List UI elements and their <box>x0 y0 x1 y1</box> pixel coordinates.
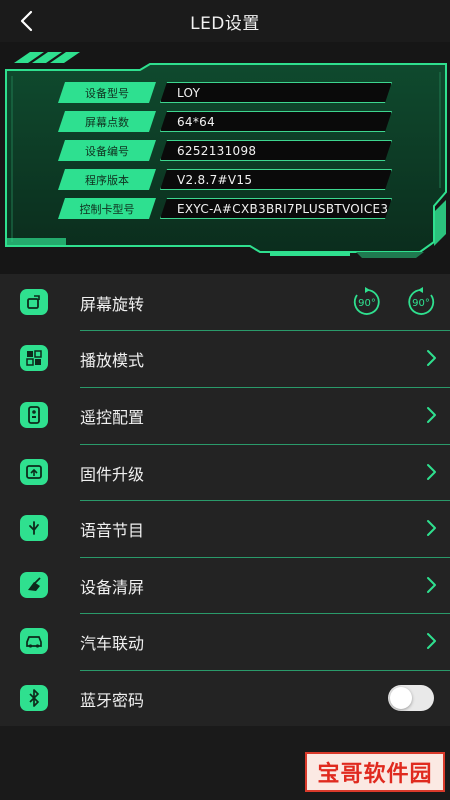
menu-label: 设备清屏 <box>80 578 145 597</box>
toggle-knob <box>390 687 412 709</box>
info-value: V2.8.7#V15 <box>160 169 392 190</box>
rotate-left-label: 90° <box>358 298 376 309</box>
menu-item-play-mode[interactable]: 播放模式 <box>0 330 450 386</box>
info-label: 设备编号 <box>58 140 156 161</box>
watermark-text: 宝哥软件园 <box>317 762 433 787</box>
chevron-right-icon <box>427 633 436 649</box>
menu-item-clear-screen[interactable]: 设备清屏 <box>0 557 450 613</box>
info-value: 64*64 <box>160 111 392 132</box>
rotate-right-90-button[interactable]: 90° <box>405 287 437 317</box>
menu-item-bluetooth-password: 蓝牙密码 <box>0 670 450 726</box>
info-value: LOY <box>160 82 392 103</box>
menu-item-screen-rotate: 屏幕旋转 90° 90° <box>0 274 450 330</box>
menu-label: 蓝牙密码 <box>80 691 145 710</box>
info-row-device-model: 设备型号 LOY <box>58 82 392 103</box>
rotate-left-90-button[interactable]: 90° <box>351 287 383 317</box>
firmware-upgrade-icon <box>20 459 48 485</box>
bluetooth-password-toggle[interactable] <box>388 685 434 711</box>
menu-item-firmware-upgrade[interactable]: 固件升级 <box>0 444 450 500</box>
voice-program-icon <box>20 515 48 541</box>
device-info-panel: 设备型号 LOY 屏幕点数 64*64 设备编号 6252131098 程序版本… <box>0 42 450 275</box>
divider <box>80 613 450 614</box>
menu-item-voice-program[interactable]: 语音节目 <box>0 500 450 556</box>
play-mode-icon <box>20 345 48 371</box>
menu-label: 播放模式 <box>80 351 145 370</box>
clear-screen-icon <box>20 572 48 598</box>
info-label: 程序版本 <box>58 169 156 190</box>
page-title: LED设置 <box>190 14 260 34</box>
info-label: 控制卡型号 <box>58 198 156 219</box>
info-value: 6252131098 <box>160 140 392 161</box>
divider <box>80 444 450 445</box>
divider <box>80 387 450 388</box>
info-label: 设备型号 <box>58 82 156 103</box>
menu-label: 屏幕旋转 <box>80 295 145 314</box>
chevron-right-icon <box>427 350 436 366</box>
divider <box>80 670 450 671</box>
nav-bar: LED设置 <box>0 0 450 42</box>
divider <box>80 557 450 558</box>
info-row-control-card: 控制卡型号 EXYC-A#CXB3BRI7PLUSBTVOICE3 <box>58 198 392 219</box>
watermark: 宝哥软件园 <box>305 752 445 792</box>
menu-item-car-link[interactable]: 汽车联动 <box>0 613 450 669</box>
menu-item-remote-config[interactable]: 遥控配置 <box>0 387 450 443</box>
divider <box>80 330 450 331</box>
menu-label: 固件升级 <box>80 465 145 484</box>
chevron-right-icon <box>427 577 436 593</box>
settings-menu: 屏幕旋转 90° 90° 播放模式 遥控配置 固件升级 语音节目 设备清屏 汽车… <box>0 274 450 726</box>
rotate-right-label: 90° <box>412 298 430 309</box>
bluetooth-icon <box>20 685 48 711</box>
info-label: 屏幕点数 <box>58 111 156 132</box>
menu-label: 语音节目 <box>80 521 145 540</box>
chevron-right-icon <box>427 464 436 480</box>
info-row-program-version: 程序版本 V2.8.7#V15 <box>58 169 392 190</box>
chevron-right-icon <box>427 407 436 423</box>
info-value: EXYC-A#CXB3BRI7PLUSBTVOICE3 <box>160 198 392 219</box>
menu-label: 遥控配置 <box>80 408 145 427</box>
divider <box>80 500 450 501</box>
info-row-device-number: 设备编号 6252131098 <box>58 140 392 161</box>
remote-icon <box>20 402 48 428</box>
chevron-right-icon <box>427 520 436 536</box>
car-link-icon <box>20 628 48 654</box>
info-row-screen-points: 屏幕点数 64*64 <box>58 111 392 132</box>
rotate-screen-icon <box>20 289 48 315</box>
menu-label: 汽车联动 <box>80 634 145 653</box>
